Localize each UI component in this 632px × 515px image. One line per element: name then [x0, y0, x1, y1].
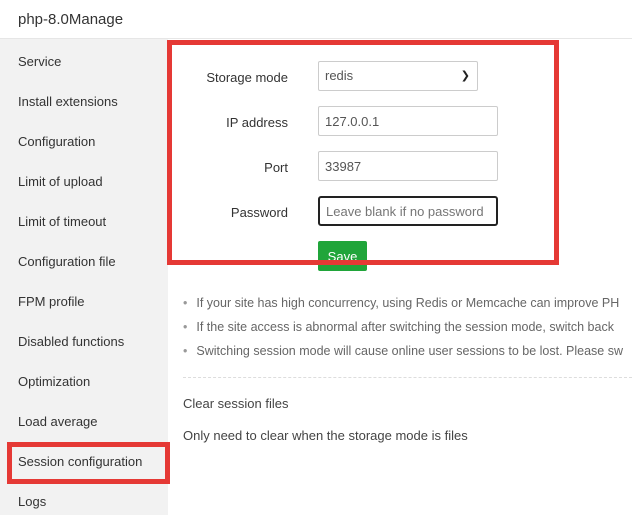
clear-session-title: Clear session files: [183, 396, 289, 411]
tips-list: If your site has high concurrency, using…: [183, 296, 632, 368]
sidebar-item-disabled-functions[interactable]: Disabled functions: [18, 334, 124, 349]
clear-session-note: Only need to clear when the storage mode…: [183, 428, 468, 443]
divider: [183, 377, 632, 378]
sidebar-item-optimization[interactable]: Optimization: [18, 374, 90, 389]
active-item-highlight: [7, 442, 170, 484]
form-highlight-box: [167, 40, 559, 265]
tip-item: Switching session mode will cause online…: [183, 344, 632, 368]
sidebar-item-service[interactable]: Service: [18, 54, 61, 69]
tip-item: If your site has high concurrency, using…: [183, 296, 632, 320]
sidebar-item-configuration[interactable]: Configuration: [18, 134, 95, 149]
sidebar-item-fpm-profile[interactable]: FPM profile: [18, 294, 84, 309]
sidebar-item-limit-timeout[interactable]: Limit of timeout: [18, 214, 106, 229]
window-title: php-8.0Manage: [0, 0, 632, 39]
tip-item: If the site access is abnormal after swi…: [183, 320, 632, 344]
sidebar-item-load-average[interactable]: Load average: [18, 414, 98, 429]
sidebar-item-install-extensions[interactable]: Install extensions: [18, 94, 118, 109]
sidebar-item-configuration-file[interactable]: Configuration file: [18, 254, 116, 269]
sidebar-item-logs[interactable]: Logs: [18, 494, 46, 509]
sidebar-item-limit-upload[interactable]: Limit of upload: [18, 174, 103, 189]
